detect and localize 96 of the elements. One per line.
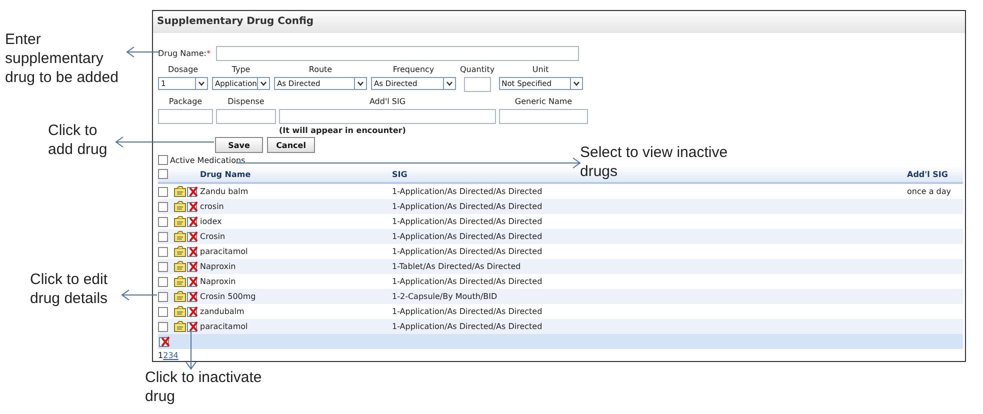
leader-line: [126, 46, 160, 58]
column-header: SIG: [392, 170, 408, 178]
row-checkbox[interactable]: [158, 186, 168, 196]
field-label: Frequency: [392, 65, 434, 74]
table-cell-text: 1-Application/As Directed/As Directed: [392, 202, 544, 211]
row-checkbox[interactable]: [158, 216, 168, 226]
checkbox[interactable]: [158, 155, 168, 165]
callout-text: Enter supplementary drug to be added: [5, 30, 120, 87]
note-icon[interactable]: [174, 291, 186, 302]
form-field[interactable]: [464, 77, 491, 92]
row-checkbox[interactable]: [158, 322, 168, 332]
row-checkbox[interactable]: [158, 202, 168, 212]
row-checkbox[interactable]: [158, 276, 168, 286]
field-label: Quantity: [460, 65, 495, 74]
table-cell-text: 1-Application/As Directed/As Directed: [392, 322, 544, 331]
field-label: Dosage: [168, 65, 198, 74]
table-cell-text: 1-Application/As Directed/As Directed: [392, 217, 544, 226]
delete-icon[interactable]: [187, 306, 199, 317]
field-label: Dispense: [228, 97, 264, 106]
form-field[interactable]: [158, 109, 213, 124]
caret-icon: [257, 78, 269, 89]
note-icon[interactable]: [174, 231, 186, 242]
row-checkbox[interactable]: [158, 292, 168, 302]
row-checkbox[interactable]: [158, 262, 168, 272]
field-label: Type: [232, 65, 250, 74]
delete-icon[interactable]: [159, 336, 171, 347]
save-button[interactable]: Save: [215, 137, 263, 153]
leader-line: [121, 290, 158, 300]
column-header: Drug Name: [200, 170, 251, 178]
form-field[interactable]: [279, 109, 496, 124]
callout-text: Click to edit drug details: [30, 270, 109, 308]
cancel-button[interactable]: Cancel: [267, 137, 315, 153]
note-icon[interactable]: [174, 216, 186, 227]
table-cell-text: 1-Application/As Directed/As Directed: [392, 307, 544, 316]
caret-icon: [443, 78, 455, 89]
form-field[interactable]: [499, 109, 588, 124]
delete-icon[interactable]: [187, 231, 199, 242]
table-cell-text: 1-2-Capsule/By Mouth/BID: [392, 292, 498, 301]
field-label: Route: [308, 65, 332, 74]
field-label: Add'l SIG: [369, 97, 406, 106]
table-cell-text: Naproxin: [200, 277, 237, 286]
row-checkbox[interactable]: [158, 306, 168, 316]
delete-icon[interactable]: [187, 291, 199, 302]
page-link[interactable]: 4: [173, 351, 178, 361]
delete-icon[interactable]: [187, 246, 199, 257]
note-icon[interactable]: [174, 306, 186, 317]
select-all-checkbox[interactable]: [158, 169, 168, 179]
table-cell-text: Crosin 500mg: [200, 292, 257, 301]
callout-text: Select to view inactive drugs: [580, 143, 729, 181]
caret-icon: [570, 78, 582, 89]
delete-icon[interactable]: [187, 201, 199, 212]
field-label: Package: [168, 97, 202, 106]
table-cell-text: paracitamol: [200, 247, 249, 256]
note-icon[interactable]: [174, 246, 186, 257]
table-cell-text: iodex: [200, 217, 223, 226]
table-cell-text: once a day: [907, 187, 952, 196]
table-cell-text: 1-Application/As Directed/As Directed: [392, 247, 544, 256]
note-icon[interactable]: [174, 276, 186, 287]
delete-icon[interactable]: [187, 321, 199, 332]
drug-name-field[interactable]: [216, 46, 580, 60]
table-cell-text: 1-Application/As Directed/As Directed: [392, 277, 544, 286]
delete-icon[interactable]: [187, 216, 199, 227]
table-cell-text: Naproxin: [200, 262, 237, 271]
field-label: Unit: [532, 65, 549, 74]
table-cell-text: paracitamol: [200, 322, 249, 331]
column-header: Add'l SIG: [907, 170, 948, 178]
row-checkbox[interactable]: [158, 246, 168, 256]
field-label: Generic Name: [514, 97, 572, 106]
delete-icon[interactable]: [187, 186, 199, 197]
note-icon[interactable]: [174, 201, 186, 212]
table-cell-text: 1-Application/As Directed/As Directed: [392, 232, 544, 241]
table-cell-text: Crosin: [200, 232, 226, 241]
page-link[interactable]: 2: [163, 351, 168, 361]
caret-icon: [195, 78, 207, 89]
drug-name-label: Drug Name:*: [158, 48, 210, 58]
form-field[interactable]: [216, 109, 276, 124]
table-cell-text: 1-Tablet/As Directed/As Directed: [392, 262, 522, 271]
leader-line: [186, 330, 196, 370]
callout-text: Click to add drug: [48, 121, 108, 159]
hint-text: (It will appear in encounter): [279, 126, 407, 135]
table-cell-text: 1-Application/As Directed/As Directed: [392, 187, 544, 196]
delete-icon[interactable]: [187, 276, 199, 287]
delete-icon[interactable]: [187, 261, 199, 272]
checkbox-label: Active Medications: [170, 156, 246, 164]
panel-title: Supplementary Drug Config: [153, 11, 965, 33]
table-cell-text: Zandu balm: [200, 187, 250, 196]
page-link[interactable]: 1: [158, 351, 164, 361]
note-icon[interactable]: [174, 261, 186, 272]
table-cell-text: crosin: [200, 202, 225, 211]
table-cell-text: zandubalm: [200, 307, 246, 316]
callout-text: Click to inactivate drug: [145, 368, 263, 406]
page-link[interactable]: 3: [168, 351, 174, 361]
note-icon[interactable]: [174, 321, 186, 332]
row-checkbox[interactable]: [158, 232, 168, 242]
note-icon[interactable]: [174, 186, 186, 197]
caret-icon: [354, 78, 366, 89]
